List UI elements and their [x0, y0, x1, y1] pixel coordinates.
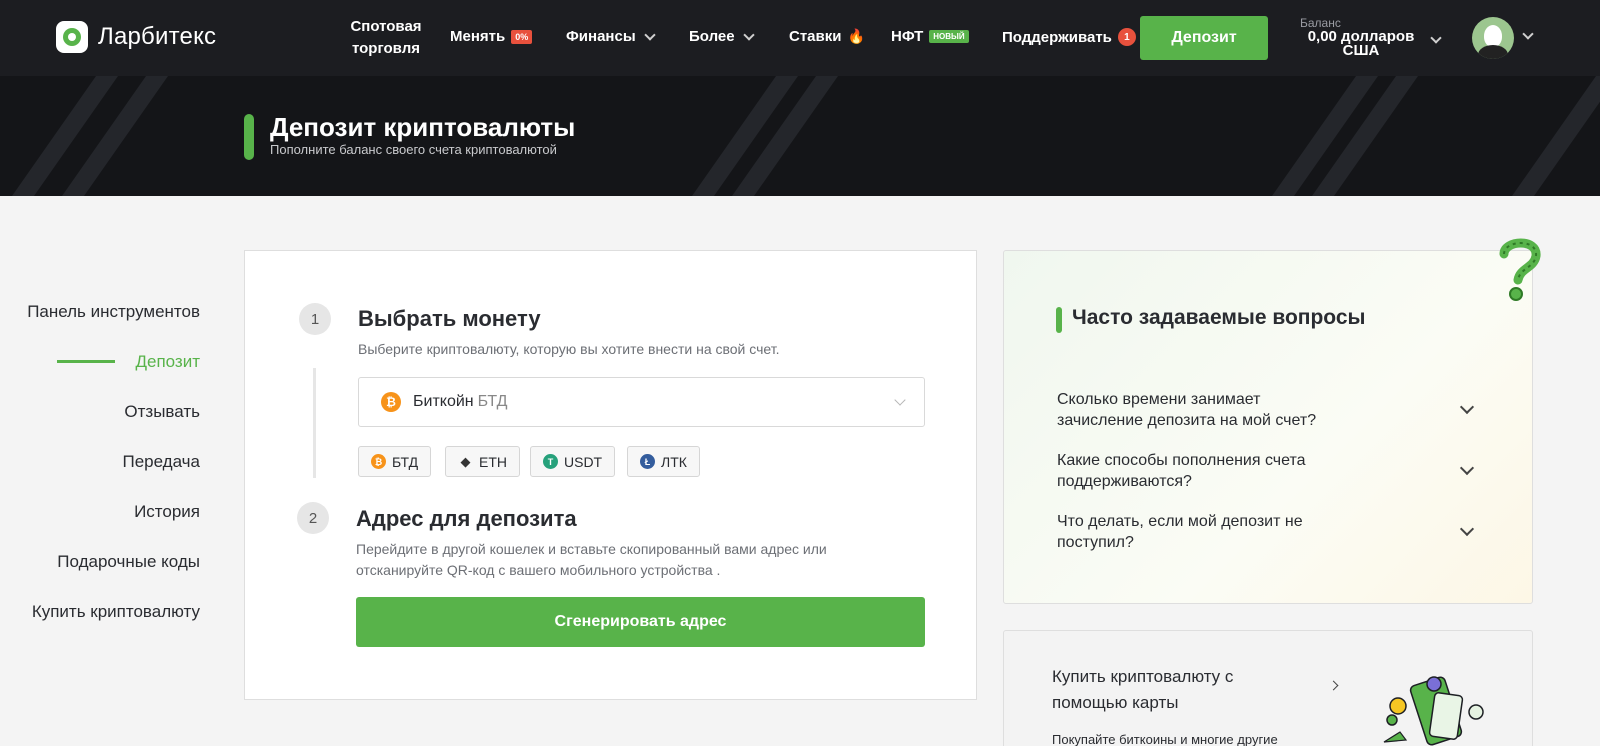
ethereum-icon: ◆ — [460, 453, 471, 469]
sidebar-item-transfer[interactable]: Передача — [122, 452, 200, 472]
sidebar-item-withdraw[interactable]: Отзывать — [124, 402, 200, 422]
nav-support[interactable]: Поддерживать 1 — [1002, 28, 1136, 46]
brand-logo[interactable]: Ларбитекс — [56, 21, 216, 53]
faq-question-text: поступил? — [1057, 534, 1134, 551]
title-accent-bar — [244, 114, 254, 160]
step-connector — [313, 368, 316, 478]
faq-question-text: зачисление депозита на мой счет? — [1057, 412, 1317, 429]
top-navigation-bar: Ларбитекс Спотовая торговля Менять 0% Фи… — [0, 0, 1600, 76]
nav-finance[interactable]: Финансы — [566, 28, 656, 45]
litecoin-icon: Ł — [640, 454, 655, 469]
buy-title-line2: помощью карты — [1052, 693, 1179, 712]
decor-stripe — [1469, 76, 1600, 196]
avatar[interactable] — [1472, 17, 1514, 59]
coin-chip-label: ЛТК — [661, 453, 687, 470]
coin-chip-label: USDT — [564, 453, 603, 470]
coin-select[interactable]: ₿ Биткойн БТД — [358, 377, 925, 427]
fire-icon: 🔥 — [847, 28, 865, 44]
faq-question-text: Какие способы пополнения счета — [1057, 452, 1306, 469]
nav-finance-label: Финансы — [566, 28, 636, 45]
sidebar-item-history[interactable]: История — [134, 502, 200, 522]
faq-question-text: поддерживаются? — [1057, 473, 1192, 490]
nav-spot-trading[interactable]: Спотовая торговля — [348, 16, 424, 60]
step-2-number: 2 — [297, 502, 329, 534]
new-badge: НОВЫЙ — [929, 30, 969, 43]
nav-bets-label: Ставки — [789, 28, 842, 45]
buy-crypto-title: Купить криптовалюту с помощью карты — [1052, 664, 1292, 716]
chevron-down-icon — [894, 394, 906, 406]
profile-chevron-down-icon[interactable] — [1522, 28, 1534, 40]
sidebar-item-buy-crypto[interactable]: Купить криптовалюту — [32, 602, 200, 622]
nav-change-label: Менять — [450, 28, 506, 45]
coin-chip-usdt[interactable]: T USDT — [530, 446, 616, 477]
fee-badge: 0% — [511, 29, 533, 44]
nav-nft[interactable]: НФТ НОВЫЙ — [891, 28, 969, 45]
coin-chip-ltc[interactable]: Ł ЛТК — [627, 446, 700, 477]
faq-title-accent — [1056, 307, 1062, 333]
buy-title-line1: Купить криптовалюту с — [1052, 667, 1234, 686]
nav-more[interactable]: Более — [689, 28, 755, 45]
nav-change[interactable]: Менять 0% — [450, 28, 533, 45]
coin-chip-btc[interactable]: ₿ БТД — [358, 446, 432, 477]
faq-question-text: Что делать, если мой депозит не — [1057, 513, 1303, 530]
logo-icon — [56, 21, 88, 53]
bitcoin-icon: ₿ — [371, 454, 386, 469]
nav-more-label: Более — [689, 28, 735, 45]
coin-chip-label: ETH — [479, 453, 507, 470]
selected-coin-name: Биткойн — [413, 393, 474, 410]
chevron-down-icon — [742, 28, 755, 41]
chevron-down-icon — [643, 28, 656, 41]
faq-question-1[interactable]: Сколько времени занимает зачисление депо… — [1057, 389, 1357, 431]
header-deposit-button[interactable]: Депозит — [1140, 16, 1268, 60]
selected-coin-ticker: БТД — [477, 393, 508, 410]
step-2-description-line1: Перейдите в другой кошелек и вставьте ск… — [356, 541, 827, 557]
coin-chip-eth[interactable]: ◆ ETH — [445, 446, 520, 477]
generate-address-button[interactable]: Сгенерировать адрес — [356, 597, 925, 647]
balance-value[interactable]: 0,00 долларов США — [1306, 29, 1416, 58]
brand-name: Ларбитекс — [98, 23, 217, 50]
step-2-description: Перейдите в другой кошелек и вставьте ск… — [356, 539, 827, 581]
bitcoin-icon: ₿ — [381, 392, 401, 412]
notification-count-badge: 1 — [1117, 28, 1136, 46]
step-1-number: 1 — [299, 303, 331, 335]
tether-icon: T — [543, 454, 558, 469]
sidebar-item-dashboard[interactable]: Панель инструментов — [27, 302, 200, 322]
question-mark-icon — [1499, 238, 1541, 301]
faq-title: Часто задаваемые вопросы — [1072, 306, 1366, 329]
step-1-title: Выбрать монету — [358, 306, 541, 331]
sidebar-item-gift-codes[interactable]: Подарочные коды — [57, 552, 200, 572]
nav-nft-label: НФТ — [891, 28, 924, 45]
crypto-card-illustration-icon — [1383, 676, 1484, 746]
coin-chip-label: БТД — [392, 453, 419, 470]
balance-chevron-down-icon[interactable] — [1430, 32, 1442, 44]
sidebar-item-deposit[interactable]: Депозит — [135, 352, 200, 372]
step-2-description-line2: отсканируйте QR-код с вашего мобильного … — [356, 562, 721, 578]
page-header-banner — [0, 76, 1600, 196]
step-1-description: Выберите криптовалюту, которую вы хотите… — [358, 341, 780, 357]
faq-question-3[interactable]: Что делать, если мой депозит не поступил… — [1057, 511, 1357, 553]
faq-question-2[interactable]: Какие способы пополнения счета поддержив… — [1057, 450, 1357, 492]
step-2-title: Адрес для депозита — [356, 506, 577, 531]
active-indicator — [57, 360, 115, 363]
buy-crypto-subtitle: Покупайте биткоины и многие другие — [1052, 732, 1278, 746]
nav-bets[interactable]: Ставки 🔥 — [789, 28, 865, 45]
faq-question-text: Сколько времени занимает — [1057, 391, 1261, 408]
page-subtitle: Пополните баланс своего счета криптовалю… — [270, 142, 557, 157]
page-title: Депозит криптовалюты — [270, 112, 576, 142]
nav-support-label: Поддерживать — [1002, 28, 1112, 46]
